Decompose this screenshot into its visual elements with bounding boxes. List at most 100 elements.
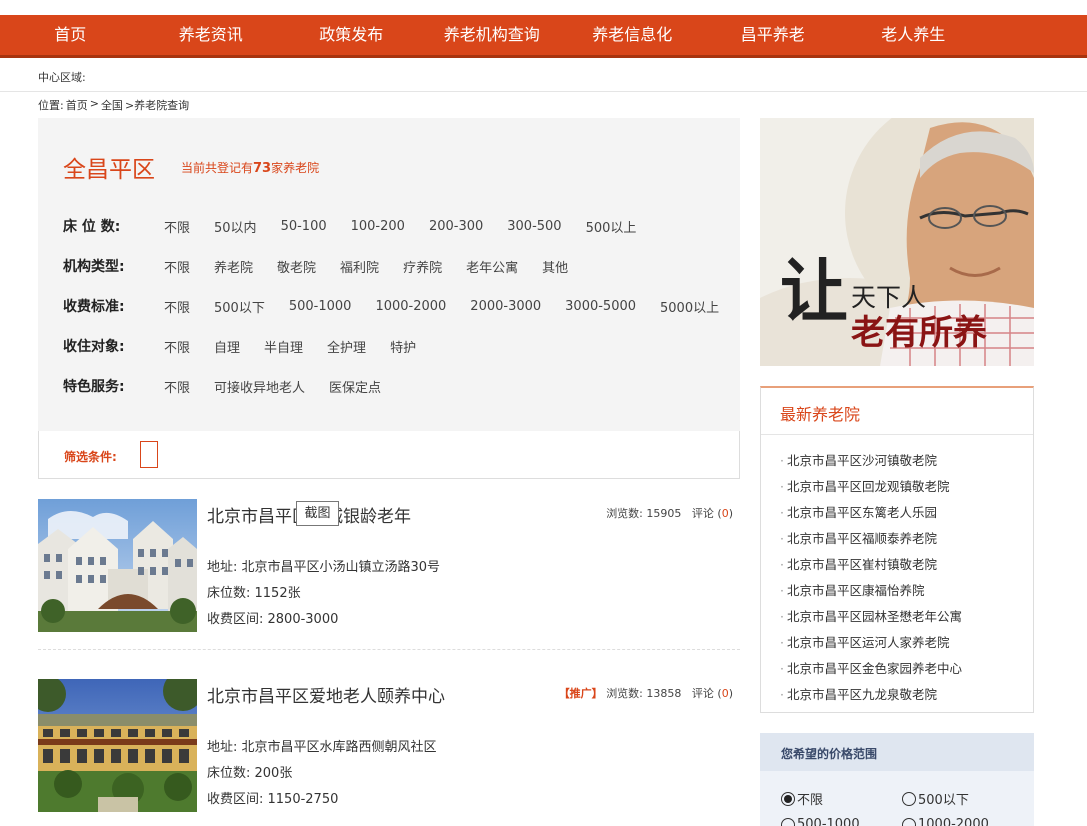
breadcrumb: 位置: 首页 > 全国 >养老院查询 [38,97,189,113]
latest-home-link[interactable]: 北京市昌平区沙河镇敬老院 [780,450,962,476]
listing-thumbnail[interactable] [38,499,197,632]
breadcrumb-current: >养老院查询 [124,99,190,112]
listing-item: 北京市昌平区爱地老人颐养中心 【推广】 浏览数: 13858 评论 (0) 地址… [38,679,740,826]
latest-home-link[interactable]: 北京市昌平区东篱老人乐园 [780,502,962,528]
filter-option[interactable]: 3000-5000 [565,299,636,314]
listing-fee: 收费区间: 2800-3000 [207,612,339,627]
latest-home-link[interactable]: 北京市昌平区园林圣懋老年公寓 [780,606,962,632]
region-bar: 中心区域: [0,58,1087,92]
nav-item-health[interactable]: 老人养生 [843,15,984,55]
filter-row-services: 特色服务: 不限 可接收异地老人 医保定点 [63,376,405,396]
latest-home-link[interactable]: 北京市昌平区康福怡养院 [780,580,962,606]
nav-item-news[interactable]: 养老资讯 [141,15,282,55]
radio-icon[interactable] [902,791,916,806]
breadcrumb-prefix: 位置: [38,99,64,112]
filter-option[interactable]: 200-300 [429,219,483,234]
filter-option[interactable]: 可接收异地老人 [214,377,305,396]
filter-option[interactable]: 500以上 [586,217,637,236]
listing-address: 地址: 北京市昌平区水库路西侧朝风社区 [207,740,437,755]
filter-option[interactable]: 疗养院 [403,257,442,276]
filter-row-fee: 收费标准: 不限 500以下 500-1000 1000-2000 2000-3… [63,296,743,316]
filter-option[interactable]: 50-100 [281,219,327,234]
banner-slogan-line2: 老有所养 [851,313,987,353]
filter-option[interactable]: 100-200 [351,219,405,234]
building-photo-icon [38,679,197,812]
latest-home-link[interactable]: 北京市昌平区运河人家养老院 [780,632,962,658]
radio-selected-icon[interactable] [781,791,795,806]
comment-count[interactable]: 0 [722,507,729,520]
price-range-panel: 您希望的价格范围 不限 500以下 500-1000 1000-2000 [760,733,1034,826]
filter-option[interactable]: 300-500 [507,219,561,234]
listing-fee: 收费区间: 1150-2750 [207,792,339,807]
filter-option[interactable]: 医保定点 [329,377,381,396]
filter-option[interactable]: 50以内 [214,217,257,236]
banner-ad[interactable]: 让 天下人 老有所养 [760,118,1034,366]
filter-row-residents: 收住对象: 不限 自理 半自理 全护理 特护 [63,336,440,356]
views-label: 浏览数: [606,507,643,520]
filter-option[interactable]: 5000以上 [660,297,719,316]
filter-option[interactable]: 特护 [390,337,416,356]
latest-home-link[interactable]: 北京市昌平区金色家园养老中心 [780,658,962,684]
listing-thumbnail[interactable] [38,679,197,812]
listing-address: 地址: 北京市昌平区小汤山镇立汤路30号 [207,560,441,575]
latest-home-link[interactable]: 北京市昌平区福顺泰养老院 [780,528,962,554]
nav-item-institution-search[interactable]: 养老机构查询 [422,15,563,55]
filter-option[interactable]: 不限 [164,337,190,356]
latest-home-link[interactable]: 北京市昌平区崔村镇敬老院 [780,554,962,580]
nav-item-informatization[interactable]: 养老信息化 [562,15,703,55]
area-summary: 当前共登记有73家养老院 [181,159,319,176]
comment-count[interactable]: 0 [722,687,729,700]
latest-home-link[interactable]: 北京市昌平区回龙观镇敬老院 [780,476,962,502]
latest-home-link[interactable]: 北京市昌平区九龙泉敬老院 [780,684,962,710]
breadcrumb-country-link[interactable]: 全国 [101,97,123,113]
radio-icon[interactable] [902,817,916,826]
price-option-under-500[interactable]: 500以下 [902,789,969,808]
filter-option[interactable]: 不限 [164,297,190,316]
selected-conditions-bar: 筛选条件: [38,431,740,479]
promo-badge: 【推广】 [558,687,603,700]
filter-option[interactable]: 自理 [214,337,240,356]
price-option-label: 不限 [797,793,824,808]
filter-option[interactable]: 福利院 [340,257,379,276]
filter-label: 机构类型: [63,259,125,275]
building-photo-icon [38,499,197,632]
nav-item-changping[interactable]: 昌平养老 [703,15,844,55]
filter-option[interactable]: 1000-2000 [375,299,446,314]
filter-option[interactable]: 养老院 [214,257,253,276]
area-title: 全昌平区 [63,157,155,183]
price-option-label: 500-1000 [797,817,860,826]
filter-option[interactable]: 500以下 [214,297,265,316]
filter-option[interactable]: 2000-3000 [470,299,541,314]
listing-meta: 【推广】 浏览数: 13858 评论 (0) [558,687,733,700]
filter-option[interactable]: 500-1000 [289,299,352,314]
filter-option[interactable]: 敬老院 [277,257,316,276]
filter-option[interactable]: 不限 [164,217,190,236]
filter-option[interactable]: 其他 [542,257,568,276]
nav-item-home[interactable]: 首页 [0,15,141,55]
breadcrumb-home-link[interactable]: 首页 [66,97,88,113]
comment-label[interactable]: 评论 [692,687,714,700]
screenshot-tag[interactable]: 截图 [296,501,339,526]
price-option-500-1000[interactable]: 500-1000 [781,817,860,826]
filter-row-beds: 床 位 数: 不限 50以内 50-100 100-200 200-300 30… [63,216,660,236]
filter-option[interactable]: 半自理 [264,337,303,356]
views-count: 13858 [646,687,682,700]
latest-homes-title: 最新养老院 [780,405,861,424]
listing-beds: 床位数: 200张 [207,766,293,781]
filter-option[interactable]: 不限 [164,377,190,396]
price-option-unlimited[interactable]: 不限 [781,789,823,808]
latest-homes-panel: 最新养老院 北京市昌平区沙河镇敬老院 北京市昌平区回龙观镇敬老院 北京市昌平区东… [760,386,1034,713]
radio-icon[interactable] [781,817,795,826]
price-option-1000-2000[interactable]: 1000-2000 [902,817,989,826]
divider [761,434,1033,435]
filter-label: 床 位 数: [63,219,121,235]
filter-option[interactable]: 老年公寓 [466,257,518,276]
nav-item-policy[interactable]: 政策发布 [281,15,422,55]
listing-title-link[interactable]: 北京市昌平区爱地老人颐养中心 [207,682,445,707]
listing-item: 北京市昌平区康城银龄老年 截图 浏览数: 15905 评论 (0) 地址: 北京… [38,499,740,650]
price-range-title: 您希望的价格范围 [781,747,878,761]
filter-option[interactable]: 全护理 [327,337,366,356]
selected-conditions-box [140,441,158,468]
filter-option[interactable]: 不限 [164,257,190,276]
comment-label[interactable]: 评论 [692,507,714,520]
